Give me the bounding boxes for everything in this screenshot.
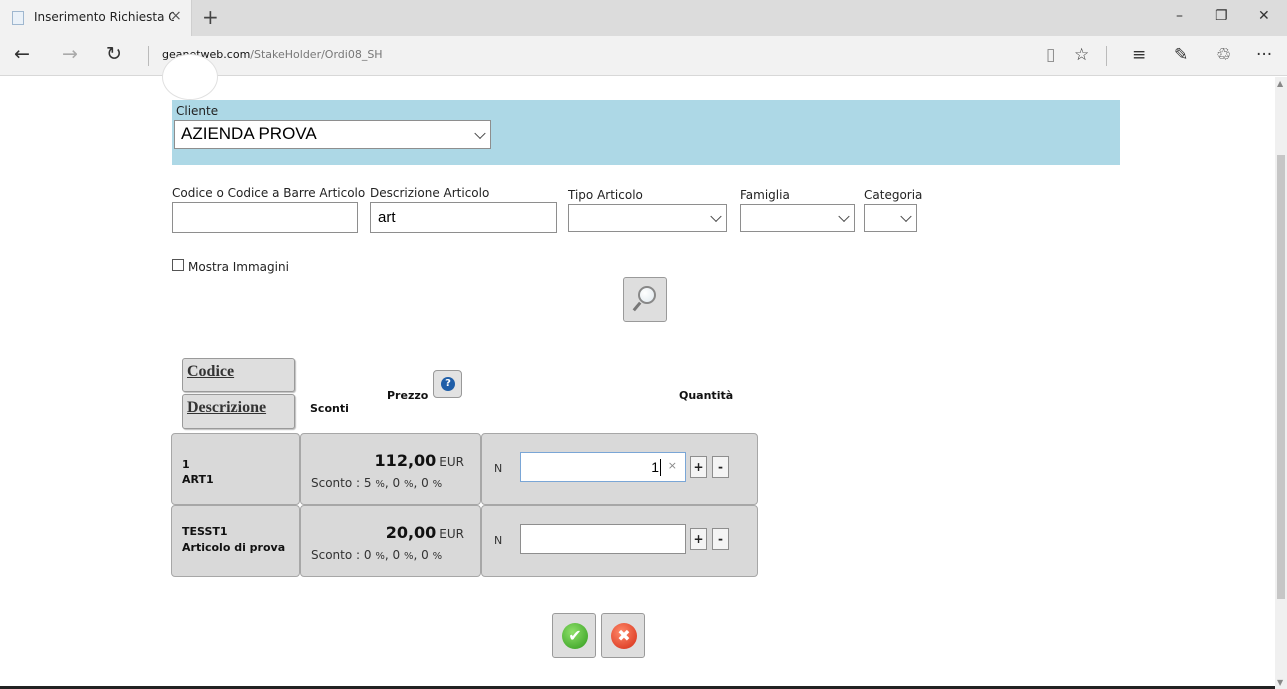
article-price: 112,00 EUR: [374, 451, 464, 470]
tipo-articolo-label: Tipo Articolo: [568, 188, 643, 202]
tab-title: Inserimento Richiesta O: [34, 10, 174, 24]
magnifier-icon: [638, 286, 656, 304]
quantita-header: Quantità: [679, 389, 734, 402]
toolbar-divider: [1106, 46, 1107, 66]
increase-quantity-button[interactable]: +: [690, 528, 707, 550]
chevron-down-icon: [710, 210, 722, 223]
descrizione-label: Descrizione Articolo: [370, 186, 490, 200]
chevron-down-icon: [838, 210, 850, 223]
cancel-button[interactable]: ✖: [601, 613, 645, 658]
restore-icon[interactable]: ❐: [1215, 8, 1228, 24]
categoria-label: Categoria: [864, 188, 923, 202]
mostra-immagini-checkbox[interactable]: [172, 259, 184, 271]
reading-view-icon[interactable]: ▯: [1046, 45, 1055, 65]
mostra-immagini-label: Mostra Immagini: [188, 260, 289, 274]
checkmark-icon: ✔: [562, 623, 588, 649]
more-icon[interactable]: ···: [1256, 45, 1272, 65]
search-button[interactable]: [623, 277, 667, 322]
page-favicon-icon: [12, 11, 24, 25]
favorite-star-icon[interactable]: ☆: [1074, 45, 1089, 65]
article-code: 1: [182, 458, 190, 471]
sort-codice-button[interactable]: Codice: [182, 358, 295, 392]
article-discount: Sconto : 0 %, 0 %, 0 %: [311, 548, 443, 562]
quantity-value: 1: [651, 459, 659, 475]
browser-tab[interactable]: Inserimento Richiesta O ×: [0, 0, 192, 36]
hub-icon[interactable]: ≡: [1132, 45, 1146, 65]
web-note-icon[interactable]: ✎: [1174, 45, 1188, 65]
scroll-thumb[interactable]: [1277, 155, 1285, 599]
refresh-icon[interactable]: ↻: [106, 43, 122, 65]
table-row-price-cell: 20,00 EUR Sconto : 0 %, 0 %, 0 %: [300, 505, 481, 577]
descrizione-input[interactable]: art: [370, 202, 557, 233]
famiglia-label: Famiglia: [740, 188, 790, 202]
table-row-qty-cell: N + -: [481, 505, 758, 577]
scroll-down-icon[interactable]: ▼: [1277, 678, 1283, 687]
quantity-input[interactable]: 1 ×: [520, 452, 686, 482]
window-close-icon[interactable]: ✕: [1258, 8, 1270, 24]
confirm-button[interactable]: ✔: [552, 613, 596, 658]
chevron-down-icon: [900, 210, 912, 223]
tab-bar: Inserimento Richiesta O × + – ❐ ✕: [0, 0, 1287, 36]
minimize-icon[interactable]: –: [1176, 8, 1183, 24]
codice-label: Codice o Codice a Barre Articolo: [172, 186, 366, 200]
increase-quantity-button[interactable]: +: [690, 456, 707, 478]
cliente-select[interactable]: AZIENDA PROVA: [174, 120, 491, 149]
address-divider: [148, 46, 149, 66]
clear-icon[interactable]: ×: [668, 459, 677, 472]
cliente-value: AZIENDA PROVA: [181, 124, 317, 143]
article-price: 20,00 EUR: [385, 523, 464, 542]
logo: [162, 54, 218, 100]
tipo-articolo-select[interactable]: [568, 204, 727, 232]
vertical-scrollbar[interactable]: ▲ ▼: [1275, 77, 1287, 689]
article-discount: Sconto : 5 %, 0 %, 0 %: [311, 476, 443, 490]
help-icon: ?: [441, 377, 455, 391]
article-name: ART1: [182, 473, 214, 486]
forward-icon[interactable]: →: [62, 43, 78, 65]
new-tab-icon[interactable]: +: [202, 5, 219, 29]
chevron-down-icon: [474, 127, 486, 139]
article-name: Articolo di prova: [182, 541, 286, 554]
help-button[interactable]: ?: [433, 370, 462, 398]
quantity-input[interactable]: [520, 524, 686, 554]
famiglia-select[interactable]: [740, 204, 855, 232]
close-icon: ✖: [611, 623, 637, 649]
sconti-header: Sconti: [310, 402, 349, 415]
categoria-select[interactable]: [864, 204, 917, 232]
table-row-qty-cell: N 1 × + -: [481, 433, 758, 505]
scroll-up-icon[interactable]: ▲: [1277, 79, 1283, 88]
prezzo-header: Prezzo: [387, 389, 429, 402]
descrizione-value: art: [378, 209, 396, 226]
table-row-code-cell: TESST1 Articolo di prova: [171, 505, 300, 577]
share-icon[interactable]: ♲: [1216, 45, 1231, 65]
table-row-code-cell: 1 ART1: [171, 433, 300, 505]
unit-label: N: [494, 534, 503, 547]
decrease-quantity-button[interactable]: -: [712, 456, 729, 478]
unit-label: N: [494, 462, 503, 475]
url-path: /StakeHolder/Ordi08_SH: [250, 48, 383, 61]
decrease-quantity-button[interactable]: -: [712, 528, 729, 550]
sort-descrizione-button[interactable]: Descrizione: [182, 394, 295, 429]
article-code: TESST1: [182, 525, 228, 538]
cliente-panel: Cliente AZIENDA PROVA: [172, 100, 1120, 165]
cliente-label: Cliente: [176, 104, 219, 118]
back-icon[interactable]: ←: [14, 43, 30, 65]
table-row-price-cell: 112,00 EUR Sconto : 5 %, 0 %, 0 %: [300, 433, 481, 505]
tab-close-icon[interactable]: ×: [170, 8, 182, 24]
codice-input[interactable]: [172, 202, 358, 233]
